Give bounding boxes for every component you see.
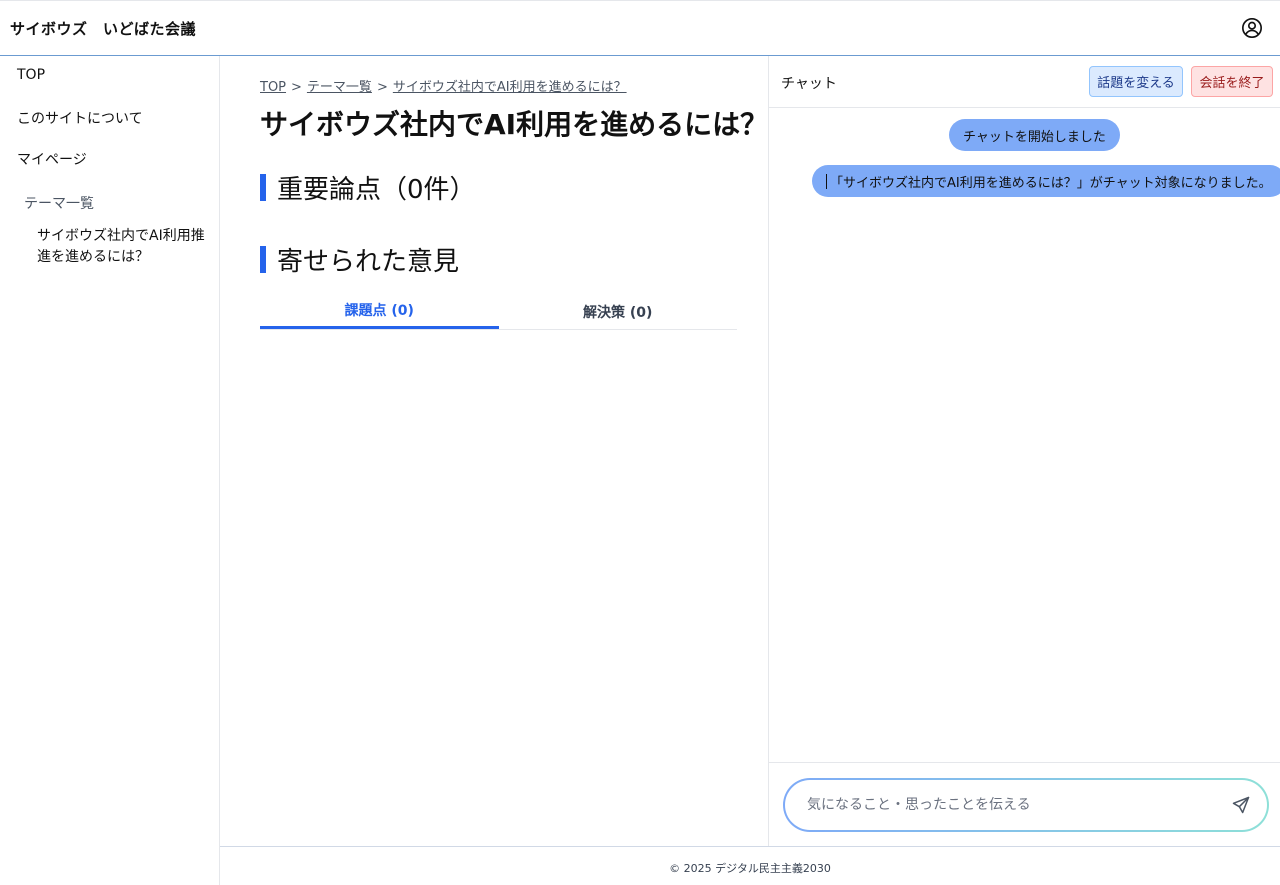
breadcrumb: TOP > テーマ一覧 > サイボウズ社内でAI利用を進めるには？ (260, 76, 627, 95)
chat-header: チャット 話題を変える 会話を終了 (769, 56, 1280, 108)
key-points-heading-text: 重要論点（0件） (277, 174, 476, 205)
change-topic-button[interactable]: 話題を変える (1089, 66, 1183, 97)
sidebar: TOP このサイトについて マイページ テーマ一覧 サイボウズ社内でAI利用推進… (0, 56, 220, 885)
page-title: サイボウズ社内でAI利用を進めるには？ (260, 108, 769, 141)
chat-input-area (769, 762, 1280, 846)
tab-issues[interactable]: 課題点 (0) (260, 296, 499, 329)
chat-input[interactable] (785, 780, 1267, 830)
breadcrumb-separator: > (291, 80, 302, 95)
sidebar-section-themes: テーマ一覧 (24, 196, 94, 212)
app-header: サイボウズ いどばた会議 (0, 0, 1280, 56)
app-title[interactable]: サイボウズ いどばた会議 (10, 18, 196, 39)
breadcrumb-top[interactable]: TOP (260, 80, 286, 95)
heading-accent-bar (260, 245, 266, 273)
chat-message: チャットを開始しました (949, 119, 1120, 151)
footer: © 2025 デジタル民主主義2030 (220, 846, 1280, 885)
chat-input-wrapper (783, 778, 1269, 832)
chat-title: チャット (781, 76, 837, 92)
end-conversation-button[interactable]: 会話を終了 (1191, 66, 1273, 97)
tab-solutions[interactable]: 解決策 (0) (499, 296, 738, 329)
sidebar-item-about[interactable]: このサイトについて (17, 108, 143, 128)
opinions-heading: 寄せられた意見 (260, 244, 459, 277)
chat-message-text: 「サイボウズ社内でAI利用を進めるには？」がチャット対象になりました。 (830, 175, 1272, 191)
breadcrumb-themes[interactable]: テーマ一覧 (307, 80, 372, 95)
chat-message: 「サイボウズ社内でAI利用を進めるには？」がチャット対象になりました。 (812, 165, 1280, 197)
sidebar-item-top[interactable]: TOP (17, 67, 45, 83)
breadcrumb-current[interactable]: サイボウズ社内でAI利用を進めるには？ (393, 80, 627, 95)
send-icon[interactable] (1231, 795, 1251, 815)
key-points-heading: 重要論点（0件） (260, 172, 476, 205)
opinion-tabs: 課題点 (0) 解決策 (0) (260, 296, 737, 330)
sidebar-item-mypage[interactable]: マイページ (17, 149, 87, 169)
breadcrumb-separator: > (376, 80, 388, 95)
main-content: TOP > テーマ一覧 > サイボウズ社内でAI利用を進めるには？ サイボウズ社内でAI… (220, 56, 769, 846)
opinions-heading-text: 寄せられた意見 (277, 246, 460, 277)
heading-accent-bar (260, 173, 266, 201)
sidebar-item-theme[interactable]: サイボウズ社内でAI利用推進を進めるには？ (37, 226, 207, 268)
chat-panel: チャット 話題を変える 会話を終了 チャットを開始しました 「サイボウズ社内でA… (769, 56, 1280, 846)
user-circle-icon[interactable] (1241, 17, 1263, 39)
text-cursor (826, 173, 827, 189)
